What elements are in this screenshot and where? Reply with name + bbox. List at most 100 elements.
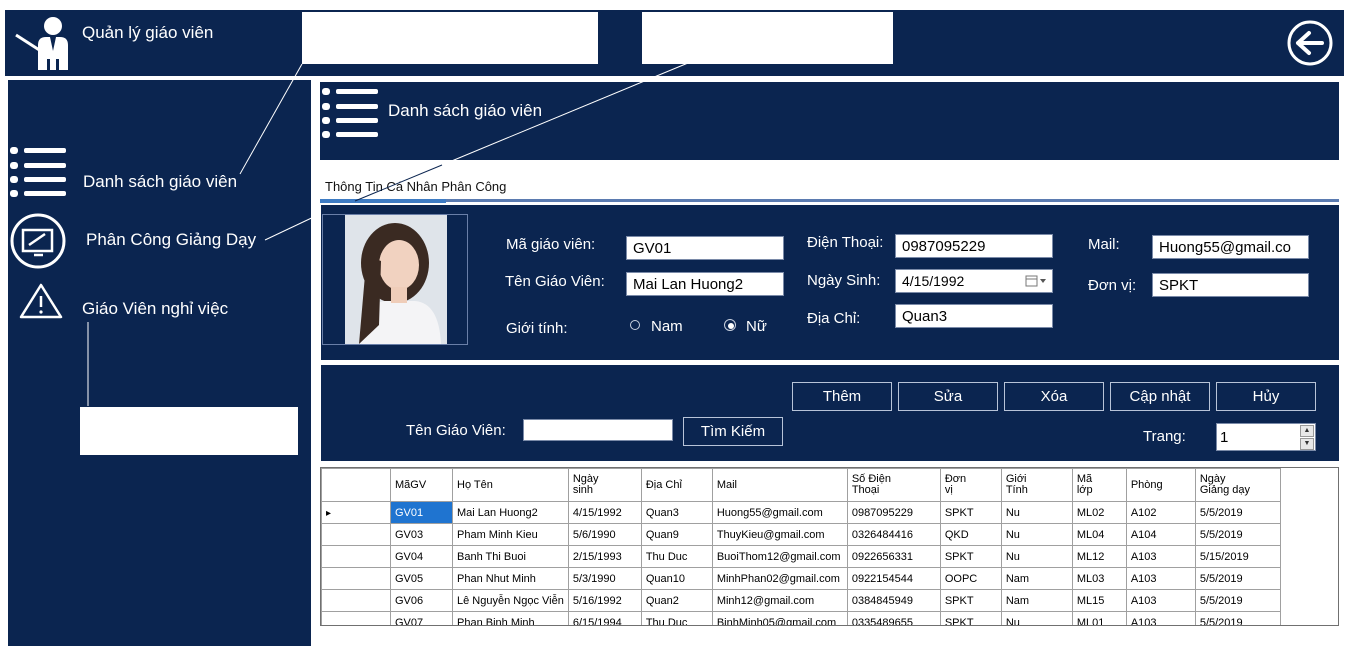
calendar-dropdown-icon[interactable] xyxy=(1025,275,1049,287)
cell-ngay-sinh[interactable]: 2/15/1993 xyxy=(567,545,642,568)
cell-dia-chi[interactable]: Quan9 xyxy=(640,523,713,546)
cell-ma-lop[interactable]: ML02 xyxy=(1071,501,1127,524)
cell-phong[interactable]: A103 xyxy=(1125,589,1196,612)
cell-mail[interactable]: Minh12@gmail.com xyxy=(711,589,848,612)
cell-phong[interactable]: A104 xyxy=(1125,523,1196,546)
cell-dia-chi[interactable]: Quan3 xyxy=(640,501,713,524)
cell-ngay-giang-day[interactable]: 5/5/2019 xyxy=(1194,523,1281,546)
cell-ngay-giang-day[interactable]: 5/15/2019 xyxy=(1194,545,1281,568)
stepper-up-icon[interactable]: ▲ xyxy=(1300,425,1314,437)
teacher-grid[interactable]: MãGV Họ Tên Ngày sinh Địa Chỉ Mail Số Đi… xyxy=(320,467,1339,626)
cell-ho-ten[interactable]: Phan Binh Minh xyxy=(452,611,569,625)
row-header[interactable] xyxy=(321,611,391,625)
cap-nhat-button[interactable]: Cập nhật xyxy=(1110,382,1210,411)
cell-phong[interactable]: A103 xyxy=(1125,545,1196,568)
row-header[interactable] xyxy=(321,545,391,568)
cell-ngay-sinh[interactable]: 5/6/1990 xyxy=(567,523,642,546)
col-header-ngay-giang-day[interactable]: Ngày Giảng dạy xyxy=(1194,468,1281,502)
cell-ngay-giang-day[interactable]: 5/5/2019 xyxy=(1194,589,1281,612)
col-header-magv[interactable]: MãGV xyxy=(390,468,453,502)
xoa-button[interactable]: Xóa xyxy=(1004,382,1104,411)
cell-ho-ten[interactable]: Phan Nhut Minh xyxy=(452,567,569,590)
cell-phong[interactable]: A102 xyxy=(1125,501,1196,524)
dia-chi-field[interactable]: Quan3 xyxy=(895,304,1053,328)
cell-don-vi[interactable]: SPKT xyxy=(939,611,1002,625)
col-header-phong[interactable]: Phòng xyxy=(1125,468,1196,502)
sidebar-item-phan-cong[interactable]: Phân Công Giảng Dạy xyxy=(86,230,256,250)
don-vi-field[interactable]: SPKT xyxy=(1152,273,1309,297)
nam-radio[interactable] xyxy=(630,320,640,330)
row-header[interactable] xyxy=(321,567,391,590)
ma-gv-field[interactable]: GV01 xyxy=(626,236,784,260)
cell-gioi-tinh[interactable]: Nu xyxy=(1000,611,1073,625)
cell-dia-chi[interactable]: Quan2 xyxy=(640,589,713,612)
cell-ho-ten[interactable]: Lê Nguyễn Ngọc Viễn xyxy=(452,589,569,612)
col-header-dia-chi[interactable]: Địa Chỉ xyxy=(640,468,713,502)
cell-don-vi[interactable]: OOPC xyxy=(939,567,1002,590)
cell-ngay-sinh[interactable]: 5/3/1990 xyxy=(567,567,642,590)
search-button[interactable]: Tìm Kiếm xyxy=(683,417,783,446)
cell-magv[interactable]: GV07 xyxy=(390,611,453,625)
cell-ma-lop[interactable]: ML03 xyxy=(1071,567,1127,590)
row-header[interactable] xyxy=(321,589,391,612)
cell-ma-lop[interactable]: ML12 xyxy=(1071,545,1127,568)
cell-mail[interactable]: MinhPhan02@gmail.com xyxy=(711,567,848,590)
col-header-ho-ten[interactable]: Họ Tên xyxy=(452,468,569,502)
cell-gioi-tinh[interactable]: Nam xyxy=(1000,589,1073,612)
nu-radio[interactable] xyxy=(724,319,736,331)
col-header-mail[interactable]: Mail xyxy=(711,468,848,502)
cell-gioi-tinh[interactable]: Nu xyxy=(1000,545,1073,568)
cell-don-vi[interactable]: SPKT xyxy=(939,545,1002,568)
cell-gioi-tinh[interactable]: Nam xyxy=(1000,567,1073,590)
cell-so-dien-thoai[interactable]: 0326484416 xyxy=(846,523,941,546)
cell-don-vi[interactable]: SPKT xyxy=(939,589,1002,612)
cell-so-dien-thoai[interactable]: 0335489655 xyxy=(846,611,941,625)
cell-ngay-sinh[interactable]: 4/15/1992 xyxy=(567,501,642,524)
cell-so-dien-thoai[interactable]: 0987095229 xyxy=(846,501,941,524)
cell-don-vi[interactable]: QKD xyxy=(939,523,1002,546)
cell-so-dien-thoai[interactable]: 0384845949 xyxy=(846,589,941,612)
cell-gioi-tinh[interactable]: Nu xyxy=(1000,523,1073,546)
search-input[interactable] xyxy=(523,419,673,441)
cell-mail[interactable]: ThuyKieu@gmail.com xyxy=(711,523,848,546)
them-button[interactable]: Thêm xyxy=(792,382,892,411)
table-row[interactable]: GV04 Banh Thi Buoi 2/15/1993 Thu Duc BuoiTho… xyxy=(321,545,1281,568)
cell-dia-chi[interactable]: Thu Duc xyxy=(640,545,713,568)
row-header[interactable] xyxy=(321,523,391,546)
cell-phong[interactable]: A103 xyxy=(1125,567,1196,590)
mail-field[interactable]: Huong55@gmail.co xyxy=(1152,235,1309,259)
cell-ngay-sinh[interactable]: 6/15/1994 xyxy=(567,611,642,625)
cell-phong[interactable]: A103 xyxy=(1125,611,1196,625)
tab-thong-tin-phan-cong[interactable]: Thông Tin Cá Nhân Phân Công xyxy=(325,179,506,194)
dien-thoai-field[interactable]: 0987095229 xyxy=(895,234,1053,258)
row-header[interactable]: ▸ xyxy=(321,501,391,524)
table-row[interactable]: GV03 Pham Minh Kieu 5/6/1990 Quan9 ThuyKieu@… xyxy=(321,523,1281,546)
cell-ma-lop[interactable]: ML04 xyxy=(1071,523,1127,546)
cell-magv[interactable]: GV05 xyxy=(390,567,453,590)
huy-button[interactable]: Hủy xyxy=(1216,382,1316,411)
cell-ngay-sinh[interactable]: 5/16/1992 xyxy=(567,589,642,612)
cell-ho-ten[interactable]: Pham Minh Kieu xyxy=(452,523,569,546)
cell-mail[interactable]: BuoiThom12@gmail.com xyxy=(711,545,848,568)
cell-mail[interactable]: Huong55@gmail.com xyxy=(711,501,848,524)
col-header-ma-lop[interactable]: Mã lớp xyxy=(1071,468,1127,502)
cell-ma-lop[interactable]: ML15 xyxy=(1071,589,1127,612)
cell-mail[interactable]: BinhMinh05@gmail.com xyxy=(711,611,848,625)
col-header-so-dien-thoai[interactable]: Số Điện Thoại xyxy=(846,468,941,502)
cell-ngay-giang-day[interactable]: 5/5/2019 xyxy=(1194,567,1281,590)
table-row[interactable]: GV07 Phan Binh Minh 6/15/1994 Thu Duc BinhMi… xyxy=(321,611,1281,625)
cell-magv[interactable]: GV06 xyxy=(390,589,453,612)
cell-so-dien-thoai[interactable]: 0922656331 xyxy=(846,545,941,568)
cell-ma-lop[interactable]: ML01 xyxy=(1071,611,1127,625)
stepper-down-icon[interactable]: ▼ xyxy=(1300,438,1314,450)
cell-magv[interactable]: GV03 xyxy=(390,523,453,546)
cell-ngay-giang-day[interactable]: 5/5/2019 xyxy=(1194,501,1281,524)
col-header-ngay-sinh[interactable]: Ngày sinh xyxy=(567,468,642,502)
sua-button[interactable]: Sửa xyxy=(898,382,998,411)
cell-ngay-giang-day[interactable]: 5/5/2019 xyxy=(1194,611,1281,625)
cell-so-dien-thoai[interactable]: 0922154544 xyxy=(846,567,941,590)
col-header-don-vi[interactable]: Đơn vị xyxy=(939,468,1002,502)
cell-magv[interactable]: GV04 xyxy=(390,545,453,568)
cell-don-vi[interactable]: SPKT xyxy=(939,501,1002,524)
cell-ho-ten[interactable]: Banh Thi Buoi xyxy=(452,545,569,568)
